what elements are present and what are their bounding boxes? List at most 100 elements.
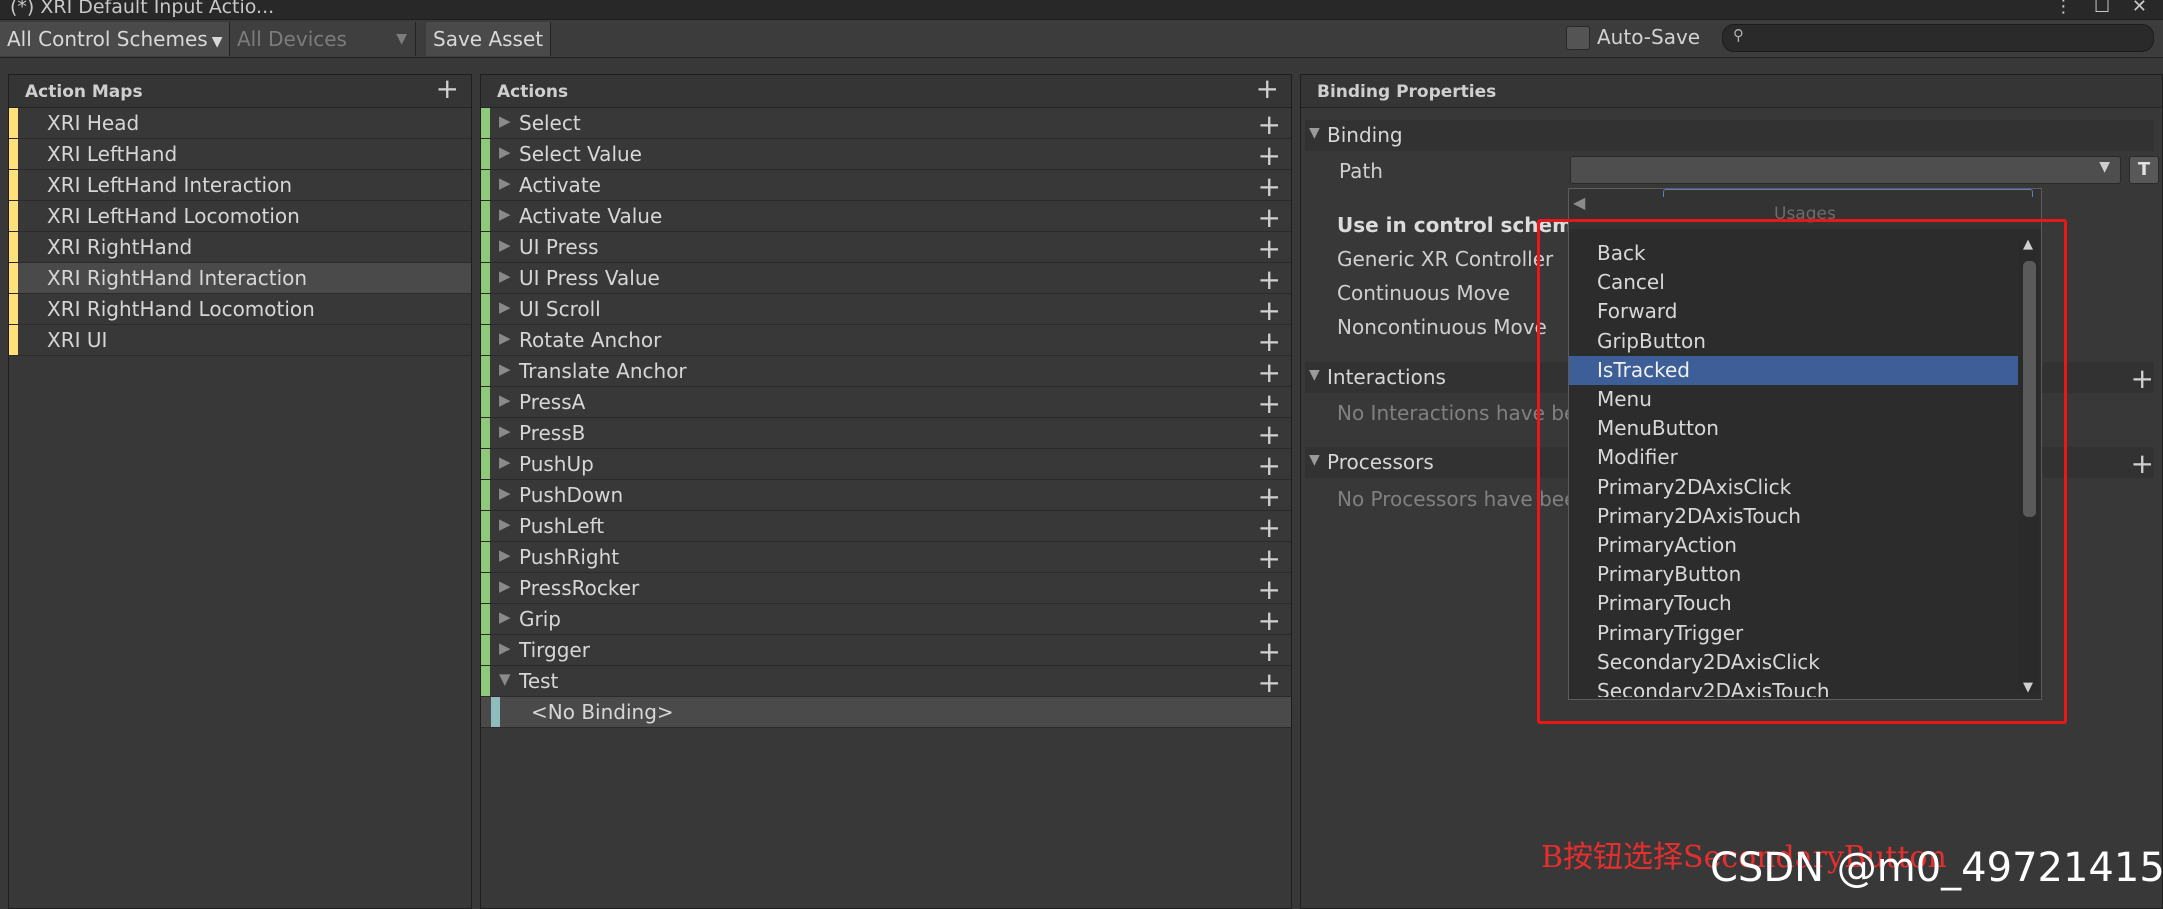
action-item[interactable]: ▼ Test +: [481, 666, 1291, 699]
add-binding-icon[interactable]: +: [1258, 325, 1281, 358]
action-map-item[interactable]: XRI RightHand: [9, 232, 471, 263]
action-item[interactable]: ▶ Tirgger +: [481, 635, 1291, 668]
path-field[interactable]: ▼: [1570, 156, 2121, 184]
action-item[interactable]: ▶ Activate +: [481, 170, 1291, 203]
action-item[interactable]: ▶ Select Value +: [481, 139, 1291, 172]
add-interaction-icon[interactable]: +: [2131, 362, 2154, 395]
action-item[interactable]: ▶ PushUp +: [481, 449, 1291, 482]
back-arrow-icon[interactable]: ◀: [1573, 193, 1585, 212]
action-item[interactable]: ▶ Grip +: [481, 604, 1291, 637]
add-binding-icon[interactable]: +: [1258, 573, 1281, 606]
add-binding-icon[interactable]: +: [1258, 108, 1281, 141]
action-map-item[interactable]: XRI LeftHand: [9, 139, 471, 170]
triangle-right-icon[interactable]: ▶: [499, 515, 511, 533]
add-binding-icon[interactable]: +: [1258, 666, 1281, 699]
action-map-item[interactable]: XRI LeftHand Interaction: [9, 170, 471, 201]
add-binding-icon[interactable]: +: [1258, 294, 1281, 327]
action-stripe: [481, 604, 490, 634]
action-item[interactable]: ▶ UI Press +: [481, 232, 1291, 265]
action-map-item[interactable]: XRI LeftHand Locomotion: [9, 201, 471, 232]
triangle-down-icon[interactable]: ▼: [499, 670, 511, 688]
action-item[interactable]: ▶ PressA +: [481, 387, 1291, 420]
triangle-right-icon[interactable]: ▶: [499, 391, 511, 409]
action-map-stripe: [9, 294, 18, 324]
search-input[interactable]: ⚲: [1722, 24, 2154, 52]
add-binding-icon[interactable]: +: [1258, 201, 1281, 234]
action-item[interactable]: ▶ Translate Anchor +: [481, 356, 1291, 389]
action-item[interactable]: ▶ PressRocker +: [481, 573, 1291, 606]
triangle-right-icon[interactable]: ▶: [499, 205, 511, 223]
triangle-right-icon[interactable]: ▶: [499, 577, 511, 595]
add-action-map-icon[interactable]: +: [436, 75, 459, 103]
add-binding-icon[interactable]: +: [1258, 511, 1281, 544]
window-controls[interactable]: ⋮ ☐ ✕: [2054, 0, 2155, 17]
path-text-mode-button[interactable]: T: [2129, 156, 2159, 184]
action-stripe: [481, 480, 490, 510]
scheme-noncontinuous-move[interactable]: Noncontinuous Move: [1337, 315, 1547, 339]
devices-dropdown[interactable]: All Devices ▼: [230, 22, 416, 56]
scheme-generic-xr-controller[interactable]: Generic XR Controller: [1337, 247, 1553, 271]
action-map-item[interactable]: XRI UI: [9, 325, 471, 356]
triangle-right-icon[interactable]: ▶: [499, 484, 511, 502]
binding-properties-title: Binding Properties: [1317, 82, 1497, 102]
add-binding-icon[interactable]: +: [1258, 356, 1281, 389]
window-tab-title[interactable]: (*) XRI Default Input Actio...: [10, 0, 274, 18]
dropdown-search-input[interactable]: [1663, 189, 2033, 197]
add-binding-icon[interactable]: +: [1258, 170, 1281, 203]
action-stripe: [481, 139, 490, 169]
triangle-right-icon[interactable]: ▶: [499, 329, 511, 347]
triangle-right-icon[interactable]: ▶: [499, 112, 511, 130]
add-binding-icon[interactable]: +: [1258, 635, 1281, 668]
triangle-right-icon[interactable]: ▶: [499, 143, 511, 161]
action-map-label: XRI LeftHand: [47, 142, 178, 166]
add-binding-icon[interactable]: +: [1258, 232, 1281, 265]
action-item[interactable]: ▶ Rotate Anchor +: [481, 325, 1291, 358]
action-item[interactable]: ▶ PushLeft +: [481, 511, 1291, 544]
action-stripe: [481, 635, 490, 665]
action-item[interactable]: ▶ PushRight +: [481, 542, 1291, 575]
annotation-highlight-box: [1537, 219, 2067, 724]
auto-save-checkbox[interactable]: [1566, 26, 1590, 50]
add-binding-icon[interactable]: +: [1258, 139, 1281, 172]
triangle-right-icon[interactable]: ▶: [499, 546, 511, 564]
triangle-right-icon[interactable]: ▶: [499, 174, 511, 192]
action-item[interactable]: ▶ Activate Value +: [481, 201, 1291, 234]
triangle-down-icon: ▼: [1309, 452, 1320, 468]
triangle-right-icon[interactable]: ▶: [499, 608, 511, 626]
add-binding-icon[interactable]: +: [1258, 604, 1281, 637]
action-item[interactable]: ▶ PressB +: [481, 418, 1291, 451]
action-map-item[interactable]: XRI Head: [9, 108, 471, 139]
add-binding-icon[interactable]: +: [1258, 542, 1281, 575]
add-action-icon[interactable]: +: [1256, 75, 1279, 103]
triangle-right-icon[interactable]: ▶: [499, 639, 511, 657]
devices-label: All Devices: [237, 27, 347, 51]
binding-item[interactable]: <No Binding>: [481, 697, 1291, 728]
add-binding-icon[interactable]: +: [1258, 449, 1281, 482]
triangle-right-icon[interactable]: ▶: [499, 422, 511, 440]
add-binding-icon[interactable]: +: [1258, 263, 1281, 296]
scheme-continuous-move[interactable]: Continuous Move: [1337, 281, 1510, 305]
action-label: Select: [519, 111, 581, 135]
triangle-right-icon[interactable]: ▶: [499, 360, 511, 378]
triangle-right-icon[interactable]: ▶: [499, 298, 511, 316]
control-schemes-dropdown[interactable]: All Control Schemes ▼: [0, 22, 231, 56]
save-asset-button[interactable]: Save Asset: [426, 22, 552, 56]
action-map-item[interactable]: XRI RightHand Interaction: [9, 263, 471, 294]
triangle-right-icon[interactable]: ▶: [499, 236, 511, 254]
add-binding-icon[interactable]: +: [1258, 387, 1281, 420]
add-binding-icon[interactable]: +: [1258, 480, 1281, 513]
triangle-right-icon[interactable]: ▶: [499, 267, 511, 285]
action-item[interactable]: ▶ UI Press Value +: [481, 263, 1291, 296]
action-label: PushLeft: [519, 514, 605, 538]
add-processor-icon[interactable]: +: [2131, 447, 2154, 480]
action-maps-header: Action Maps +: [9, 75, 471, 108]
triangle-right-icon[interactable]: ▶: [499, 453, 511, 471]
action-map-item[interactable]: XRI RightHand Locomotion: [9, 294, 471, 325]
action-item[interactable]: ▶ PushDown +: [481, 480, 1291, 513]
binding-section-header[interactable]: ▼ Binding: [1305, 120, 2154, 151]
action-item[interactable]: ▶ Select +: [481, 108, 1291, 141]
binding-stripe: [491, 697, 500, 727]
add-binding-icon[interactable]: +: [1258, 418, 1281, 451]
action-item[interactable]: ▶ UI Scroll +: [481, 294, 1291, 327]
action-map-label: XRI RightHand: [47, 235, 193, 259]
